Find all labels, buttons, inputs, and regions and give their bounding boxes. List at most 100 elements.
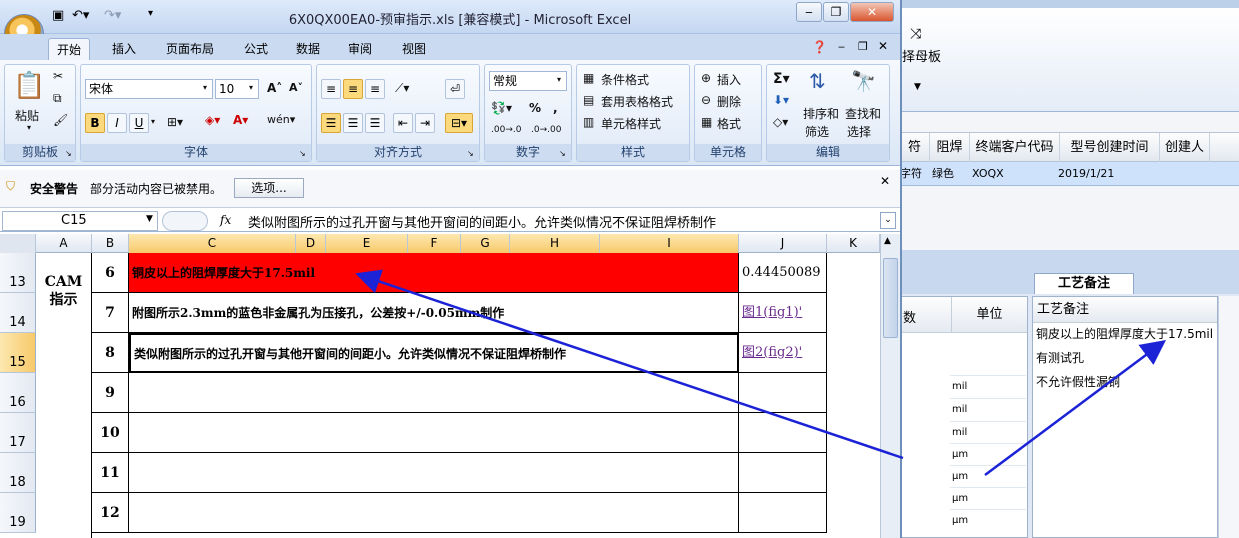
column-header-e[interactable]: E (326, 234, 408, 253)
italic-button[interactable]: I (107, 113, 127, 133)
cell-c-note-active[interactable]: 类似附图所示的过孔开窗与其他开窗间的间距小。允许类似情况不保证阻焊桥制作 (129, 333, 739, 373)
grow-font-icon[interactable]: A˄ (267, 81, 282, 95)
cell-c-note[interactable] (129, 373, 739, 413)
scroll-thumb[interactable] (883, 258, 898, 338)
merge-center-icon[interactable]: ⊟▾ (445, 113, 473, 133)
percent-icon[interactable]: % (529, 101, 541, 115)
cell-c-note[interactable]: 附图所示2.3mm的蓝色非金属孔为压接孔，公差按+/-0.05mm制作 (129, 293, 739, 333)
cell-b[interactable]: 11 (92, 453, 129, 493)
increase-decimal-icon[interactable]: .00→.0 (491, 125, 521, 135)
col-header-customer-code[interactable]: 终端客户代码 (970, 133, 1060, 163)
unit-cell[interactable]: mil (950, 375, 1026, 397)
font-color-icon[interactable]: A▾ (233, 113, 248, 127)
name-box[interactable]: C15 (2, 211, 158, 231)
col-header-solder-mask[interactable]: 阻焊 (930, 133, 970, 163)
figure-link[interactable]: 图2(fig2)' (739, 333, 827, 373)
format-painter-icon[interactable]: 🖌 (53, 113, 68, 127)
delete-cells-button[interactable]: 删除 (717, 93, 741, 110)
save-icon[interactable]: ▣ (52, 8, 64, 23)
tab-page-layout[interactable]: 页面布局 (158, 38, 222, 60)
insert-cells-icon[interactable]: ⊕ (701, 71, 711, 85)
table-format-icon[interactable]: ▤ (583, 93, 594, 107)
tab-data[interactable]: 数据 (288, 38, 328, 60)
currency-icon[interactable]: 💱▾ (491, 101, 512, 115)
cell-style-button[interactable]: 单元格样式 (601, 115, 661, 132)
cell-a-merged[interactable]: CAM指示 (36, 253, 92, 538)
col-header-creator[interactable]: 创建人 (1160, 133, 1210, 163)
unit-cell[interactable]: μm (950, 443, 1026, 465)
note-item[interactable]: 不允许假性漏铜 (1036, 373, 1120, 390)
select-all-corner[interactable] (0, 234, 36, 253)
cell-b[interactable]: 8 (92, 333, 129, 373)
note-item[interactable]: 有测试孔 (1036, 349, 1084, 366)
cell-b[interactable]: 10 (92, 413, 129, 453)
figure-link[interactable]: 图1(fig1)' (739, 293, 827, 333)
undo-icon[interactable]: ↶▾ (72, 8, 89, 23)
formula-content[interactable]: 类似附图所示的过孔开窗与其他开窗间的间距小。允许类似情况不保证阻焊桥制作 (248, 212, 716, 231)
background-grid-row[interactable]: 字符 绿色 XOQX 2019/1/21 (900, 162, 1239, 186)
column-header-b[interactable]: B (92, 234, 129, 253)
align-center-icon[interactable]: ☰ (343, 113, 363, 133)
conditional-format-icon[interactable]: ▦ (583, 71, 594, 85)
note-item[interactable]: 铜皮以上的阻焊厚度大于17.5mil (1036, 325, 1213, 342)
paste-icon[interactable]: 📋 (13, 71, 45, 101)
cell-b[interactable]: 6 (92, 253, 129, 293)
dropdown-arrow-icon[interactable]: ▼ (914, 82, 921, 92)
cell-b[interactable]: 12 (92, 493, 129, 533)
cell-c-note[interactable]: 铜皮以上的阻焊厚度大于17.5mil (129, 253, 739, 293)
column-header-f[interactable]: F (408, 234, 461, 253)
sort-filter-icon[interactable]: ⇅ (809, 69, 826, 93)
comma-icon[interactable]: , (553, 101, 558, 115)
help-icon[interactable]: ❓ (812, 40, 827, 54)
table-format-button[interactable]: 套用表格格式 (601, 93, 673, 110)
chevron-down-icon[interactable]: ▼ (146, 214, 153, 224)
autosum-icon[interactable]: Σ▾ (773, 71, 790, 87)
align-bottom-icon[interactable]: ≡ (365, 79, 385, 99)
chevron-down-icon[interactable]: ▾ (203, 83, 207, 92)
cell-style-icon[interactable]: ▥ (583, 115, 594, 129)
row-header-14[interactable]: 14 (0, 293, 36, 333)
orientation-icon[interactable]: ⟋▾ (395, 81, 409, 96)
shuffle-icon[interactable]: ⤨ (910, 26, 921, 42)
row-header-16[interactable]: 16 (0, 373, 36, 413)
cut-icon[interactable]: ✂ (53, 69, 63, 83)
cell-j-value[interactable] (739, 413, 827, 453)
cell-c-note[interactable] (129, 453, 739, 493)
row-header-18[interactable]: 18 (0, 453, 36, 493)
unit-cell[interactable]: μm (950, 465, 1026, 487)
close-warning-icon[interactable]: ✕ (880, 174, 890, 188)
column-header-k[interactable]: K (827, 234, 880, 253)
insert-cells-button[interactable]: 插入 (717, 71, 741, 88)
align-left-icon[interactable]: ☰ (321, 113, 341, 133)
increase-indent-icon[interactable]: ⇥ (415, 113, 435, 133)
tab-process-notes[interactable]: 工艺备注 (1034, 273, 1134, 294)
cell-b[interactable]: 9 (92, 373, 129, 413)
format-cells-button[interactable]: 格式 (717, 115, 741, 132)
choose-board-button[interactable]: 择母板 (902, 46, 941, 65)
scroll-up-icon[interactable]: ▲ (884, 236, 891, 246)
quick-access-menu-icon[interactable]: ▾ (148, 8, 153, 19)
cell-c-note[interactable] (129, 413, 739, 453)
decrease-decimal-icon[interactable]: .0→.00 (531, 125, 561, 135)
bold-button[interactable]: B (85, 113, 105, 133)
delete-cells-icon[interactable]: ⊖ (701, 93, 711, 107)
clipboard-launcher-icon[interactable]: ↘ (65, 149, 72, 158)
wrap-text-icon[interactable]: ⏎ (445, 79, 465, 99)
cell-b[interactable]: 7 (92, 293, 129, 333)
cell-j-value[interactable] (739, 453, 827, 493)
column-header-d[interactable]: D (296, 234, 326, 253)
tab-insert[interactable]: 插入 (104, 38, 144, 60)
font-name-select[interactable]: 宋体 (85, 79, 213, 99)
cell-j-value[interactable] (739, 373, 827, 413)
column-header-g[interactable]: G (461, 234, 510, 253)
chevron-down-icon[interactable]: ▾ (151, 117, 155, 126)
column-header-h[interactable]: H (510, 234, 600, 253)
ribbon-minimize-icon[interactable]: ‒ (838, 40, 845, 53)
row-header-15[interactable]: 15 (0, 333, 36, 373)
column-header-j[interactable]: J (739, 234, 827, 253)
borders-icon[interactable]: ⊞▾ (167, 115, 183, 129)
font-launcher-icon[interactable]: ↘ (299, 149, 306, 158)
chevron-down-icon[interactable]: ▾ (249, 83, 253, 92)
ribbon-restore-icon[interactable]: ❐ (858, 40, 868, 53)
unit-cell[interactable]: mil (950, 421, 1026, 443)
